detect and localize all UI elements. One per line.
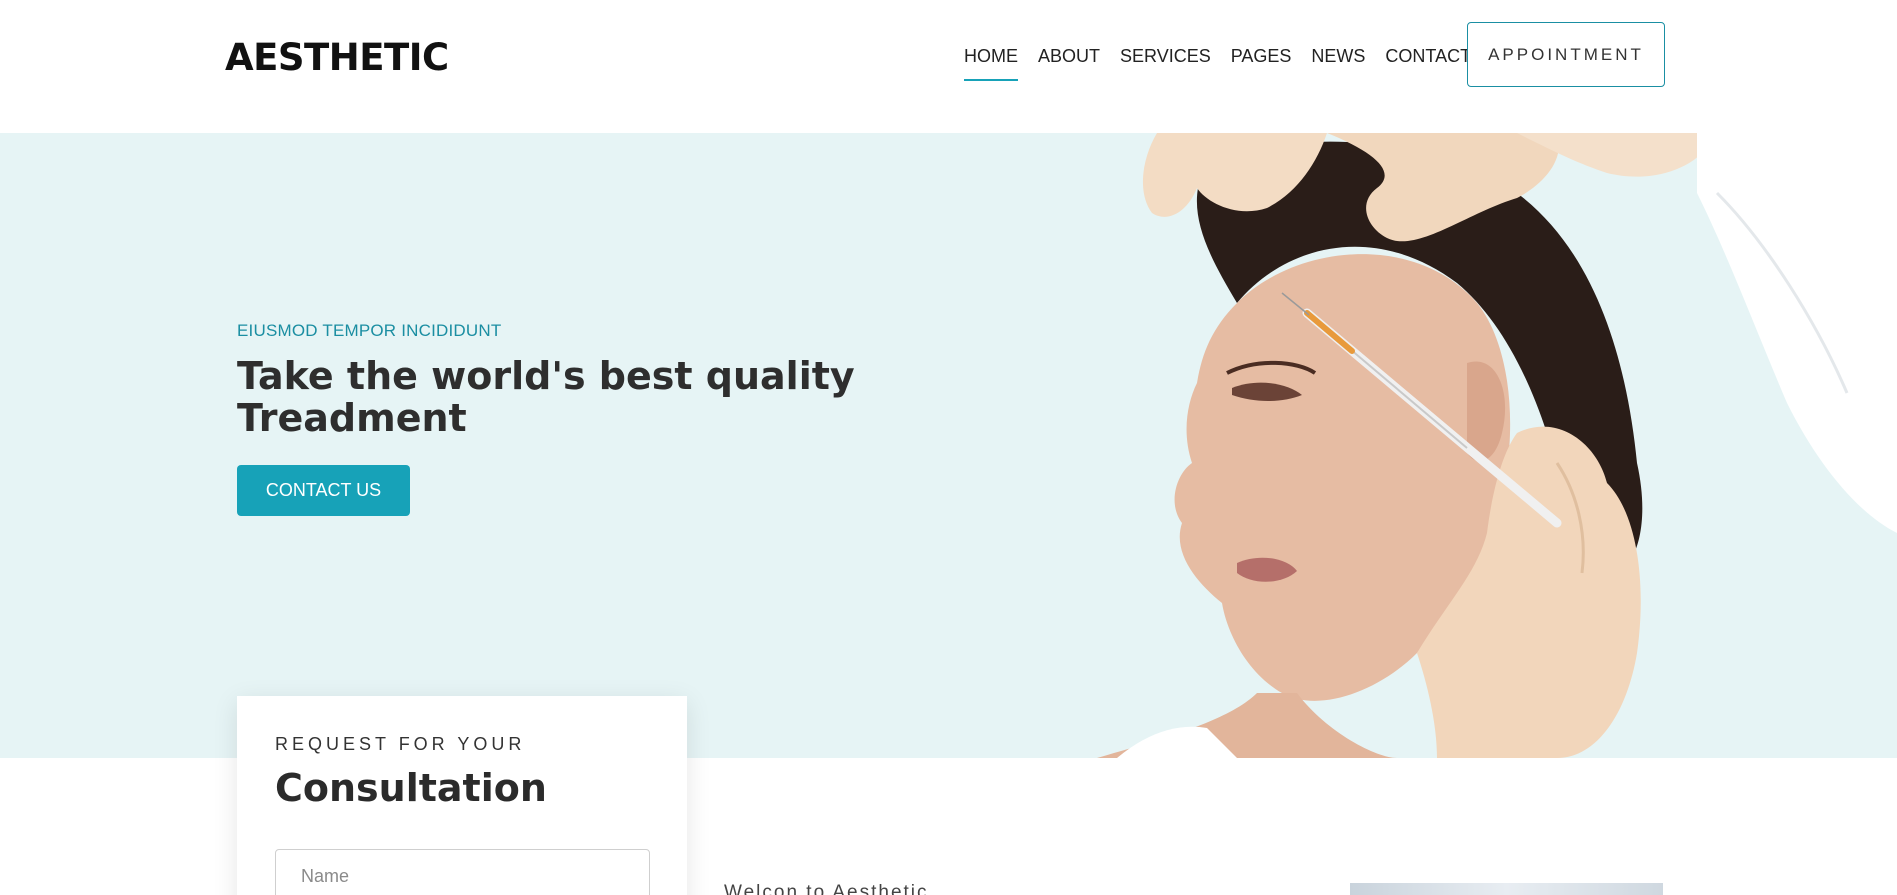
hero-subtitle: EIUSMOD TEMPOR INCIDIDUNT xyxy=(237,321,502,340)
nav-item-pages[interactable]: PAGES xyxy=(1231,46,1292,81)
site-logo[interactable]: AESTHETIC xyxy=(225,36,449,79)
appointment-button[interactable]: APPOINTMENT xyxy=(1467,22,1665,87)
name-field[interactable] xyxy=(275,849,650,895)
welcome-heading: Welcon to Aesthetic xyxy=(724,882,929,895)
nav-item-news[interactable]: NEWS xyxy=(1311,46,1365,81)
hero-image xyxy=(997,133,1897,758)
hero-section: EIUSMOD TEMPOR INCIDIDUNT Take the world… xyxy=(0,133,1897,758)
about-image xyxy=(1350,883,1663,895)
nav-item-services[interactable]: SERVICES xyxy=(1120,46,1211,81)
consultation-kicker: REQUEST FOR YOUR xyxy=(275,734,526,754)
nav-item-contact[interactable]: CONTACT xyxy=(1385,46,1471,81)
consultation-title: Consultation xyxy=(275,766,547,810)
hero-title: Take the world's best quality Treadment xyxy=(237,354,855,440)
site-header: AESTHETIC HOME ABOUT SERVICES PAGES NEWS… xyxy=(0,0,1897,133)
nav-item-home[interactable]: HOME xyxy=(964,46,1018,81)
contact-us-button[interactable]: CONTACT US xyxy=(237,465,410,516)
nav-item-about[interactable]: ABOUT xyxy=(1038,46,1100,81)
consultation-card: REQUEST FOR YOUR Consultation xyxy=(237,696,687,895)
main-nav: HOME ABOUT SERVICES PAGES NEWS CONTACT xyxy=(964,46,1491,81)
